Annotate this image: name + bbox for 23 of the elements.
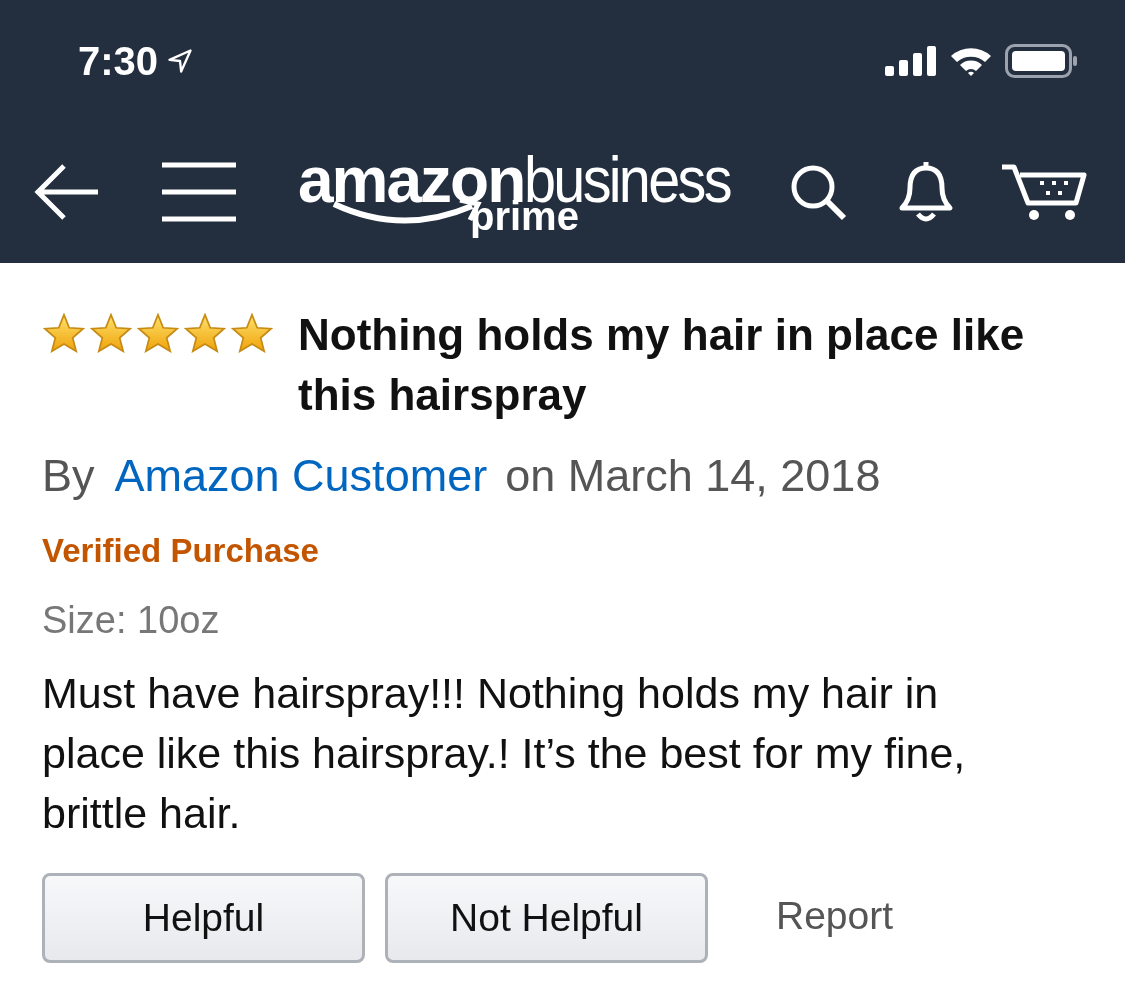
status-time: 7:30	[78, 38, 159, 85]
star-icon	[89, 313, 133, 353]
menu-icon[interactable]	[162, 161, 236, 222]
review-date: on March 14, 2018	[505, 453, 881, 498]
location-arrow-icon	[166, 47, 195, 75]
signal-icon	[885, 46, 937, 76]
amazon-business-prime-logo[interactable]: amazonbusiness prime	[298, 141, 768, 242]
author-link[interactable]: Amazon Customer	[114, 453, 488, 498]
feedback-button[interactable]: Not Helpful	[385, 873, 708, 963]
report-link[interactable]: Report	[776, 887, 894, 946]
back-arrow-icon[interactable]	[34, 163, 100, 220]
by-label: By	[42, 453, 95, 498]
review-body: Must have hairspray!!! Nothing holds my hair in place like this hairspray.! It’s the best for my fine, brittle hair.	[42, 668, 967, 839]
star-icon	[183, 313, 227, 353]
verified-purchase-label: Verified Purchase	[42, 534, 320, 567]
battery-icon	[1005, 44, 1079, 78]
star-icon	[230, 313, 274, 353]
feedback-button[interactable]: Helpful	[42, 873, 365, 963]
star-icon	[42, 313, 86, 353]
star-icon	[136, 313, 180, 353]
wifi-icon	[949, 45, 993, 77]
review-title: Nothing holds my hair in place like this hairspray	[298, 309, 1026, 421]
size-label: Size: 10oz	[42, 601, 221, 639]
